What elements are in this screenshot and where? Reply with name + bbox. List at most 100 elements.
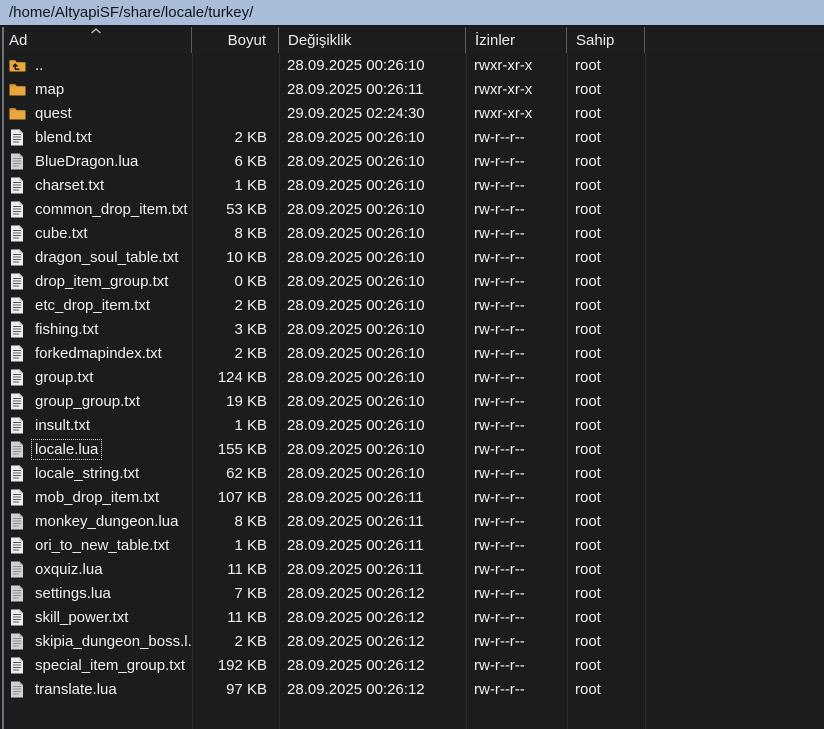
file-txt-icon [8,344,26,362]
owner-cell: root [567,557,645,581]
table-row[interactable]: group_group.txt 19 KB 28.09.2025 00:26:1… [0,389,824,413]
row-filler [645,413,824,437]
table-row[interactable]: cube.txt 8 KB 28.09.2025 00:26:10 rw-r--… [0,221,824,245]
file-txt-icon [8,368,26,386]
file-txt-icon [8,272,26,290]
row-filler [645,485,824,509]
size-cell: 1 KB [192,173,279,197]
owner-cell: root [567,677,645,701]
table-row[interactable]: forkedmapindex.txt 2 KB 28.09.2025 00:26… [0,341,824,365]
owner-cell: root [567,101,645,125]
table-row[interactable]: dragon_soul_table.txt 10 KB 28.09.2025 0… [0,245,824,269]
column-header-boyut[interactable]: Boyut [192,27,279,53]
table-row[interactable]: oxquiz.lua 11 KB 28.09.2025 00:26:11 rw-… [0,557,824,581]
modified-cell: 28.09.2025 00:26:10 [279,173,466,197]
size-cell [192,101,279,125]
table-row[interactable]: fishing.txt 3 KB 28.09.2025 00:26:10 rw-… [0,317,824,341]
size-cell: 2 KB [192,125,279,149]
file-txt-icon [8,128,26,146]
remote-path-bar[interactable]: /home/AltyapiSF/share/locale/turkey/ [0,0,824,27]
name-cell: cube.txt [0,221,192,245]
file-name: blend.txt [32,128,95,147]
file-name: dragon_soul_table.txt [32,248,181,267]
row-filler [645,197,824,221]
file-txt-icon [8,608,26,626]
name-cell: skill_power.txt [0,605,192,629]
file-name: ori_to_new_table.txt [32,536,172,555]
table-row[interactable]: blend.txt 2 KB 28.09.2025 00:26:10 rw-r-… [0,125,824,149]
size-cell: 10 KB [192,245,279,269]
modified-cell: 28.09.2025 00:26:12 [279,677,466,701]
name-cell: common_drop_item.txt [0,197,192,221]
table-row[interactable]: common_drop_item.txt 53 KB 28.09.2025 00… [0,197,824,221]
table-row[interactable]: drop_item_group.txt 0 KB 28.09.2025 00:2… [0,269,824,293]
modified-cell: 28.09.2025 00:26:10 [279,149,466,173]
table-row[interactable]: settings.lua 7 KB 28.09.2025 00:26:12 rw… [0,581,824,605]
table-row[interactable]: charset.txt 1 KB 28.09.2025 00:26:10 rw-… [0,173,824,197]
column-header-label: Boyut [228,32,266,49]
modified-cell: 28.09.2025 00:26:11 [279,557,466,581]
name-cell: etc_drop_item.txt [0,293,192,317]
row-filler [645,557,824,581]
size-cell: 192 KB [192,653,279,677]
owner-cell: root [567,629,645,653]
row-filler [645,461,824,485]
table-row[interactable]: skill_power.txt 11 KB 28.09.2025 00:26:1… [0,605,824,629]
permissions-cell: rw-r--r-- [466,341,567,365]
name-cell: special_item_group.txt [0,653,192,677]
size-cell [192,77,279,101]
table-row[interactable]: quest 29.09.2025 02:24:30 rwxr-xr-x root [0,101,824,125]
table-row[interactable]: group.txt 124 KB 28.09.2025 00:26:10 rw-… [0,365,824,389]
size-cell: 2 KB [192,341,279,365]
name-cell: quest [0,101,192,125]
table-row[interactable]: monkey_dungeon.lua 8 KB 28.09.2025 00:26… [0,509,824,533]
column-header-değişiklik[interactable]: Değişiklik [279,27,466,53]
row-filler [645,77,824,101]
owner-cell: root [567,653,645,677]
table-row[interactable]: insult.txt 1 KB 28.09.2025 00:26:10 rw-r… [0,413,824,437]
modified-cell: 28.09.2025 00:26:12 [279,605,466,629]
name-cell: ori_to_new_table.txt [0,533,192,557]
table-row[interactable]: mob_drop_item.txt 107 KB 28.09.2025 00:2… [0,485,824,509]
table-row[interactable]: translate.lua 97 KB 28.09.2025 00:26:12 … [0,677,824,701]
owner-cell: root [567,53,645,77]
owner-cell: root [567,77,645,101]
table-row[interactable]: special_item_group.txt 192 KB 28.09.2025… [0,653,824,677]
column-header-ad[interactable]: Ad [0,27,192,53]
permissions-cell: rw-r--r-- [466,221,567,245]
table-row[interactable]: locale_string.txt 62 KB 28.09.2025 00:26… [0,461,824,485]
modified-cell: 28.09.2025 00:26:11 [279,533,466,557]
file-name: charset.txt [32,176,107,195]
permissions-cell: rw-r--r-- [466,125,567,149]
table-row[interactable]: ori_to_new_table.txt 1 KB 28.09.2025 00:… [0,533,824,557]
table-row[interactable]: .. 28.09.2025 00:26:10 rwxr-xr-x root [0,53,824,77]
file-name: fishing.txt [32,320,101,339]
file-lua-icon [8,584,26,602]
file-lua-icon [8,152,26,170]
column-header-i̇zinler[interactable]: İzinler [466,27,567,53]
modified-cell: 28.09.2025 00:26:10 [279,221,466,245]
size-cell: 8 KB [192,221,279,245]
table-row[interactable]: map 28.09.2025 00:26:11 rwxr-xr-x root [0,77,824,101]
permissions-cell: rwxr-xr-x [466,101,567,125]
row-filler [645,581,824,605]
file-name: skill_power.txt [32,608,131,627]
modified-cell: 28.09.2025 00:26:11 [279,509,466,533]
column-header-label: Sahip [576,32,614,49]
name-cell: settings.lua [0,581,192,605]
file-name: map [32,80,67,99]
file-name: monkey_dungeon.lua [32,512,181,531]
file-name: etc_drop_item.txt [32,296,153,315]
file-name: skipia_dungeon_boss.l... [32,632,192,651]
row-filler [645,101,824,125]
permissions-cell: rw-r--r-- [466,197,567,221]
row-filler [645,293,824,317]
table-row[interactable]: locale.lua 155 KB 28.09.2025 00:26:10 rw… [0,437,824,461]
size-cell: 155 KB [192,437,279,461]
table-row[interactable]: BlueDragon.lua 6 KB 28.09.2025 00:26:10 … [0,149,824,173]
table-row[interactable]: etc_drop_item.txt 2 KB 28.09.2025 00:26:… [0,293,824,317]
column-header-sahip[interactable]: Sahip [567,27,645,53]
file-list: .. 28.09.2025 00:26:10 rwxr-xr-x root ma… [0,53,824,729]
file-name: .. [32,56,46,75]
table-row[interactable]: skipia_dungeon_boss.l... 2 KB 28.09.2025… [0,629,824,653]
